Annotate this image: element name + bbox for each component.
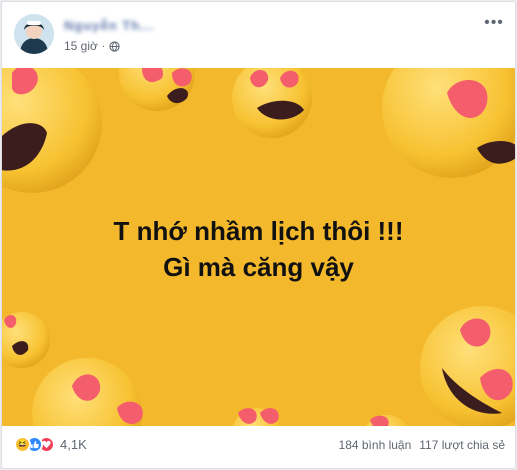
globe-icon[interactable] bbox=[109, 40, 120, 52]
more-options-icon[interactable]: ••• bbox=[483, 12, 505, 34]
heart-eyes-emoji bbox=[32, 358, 143, 426]
haha-icon: 😆 bbox=[14, 436, 31, 453]
post-meta: 15 giờ · bbox=[64, 39, 120, 53]
heart-eyes-emoji bbox=[382, 68, 515, 178]
heart-eyes-emoji bbox=[2, 68, 102, 193]
heart-eyes-emoji bbox=[420, 306, 515, 426]
heart-eyes-emoji bbox=[233, 408, 281, 426]
avatar[interactable] bbox=[14, 14, 54, 54]
comments-count[interactable]: 184 bình luận bbox=[339, 438, 412, 452]
shares-count[interactable]: 117 lượt chia sẻ bbox=[419, 438, 505, 452]
post-text: T nhớ nhầm lịch thôi !!! Gì mà căng vậy bbox=[2, 213, 515, 285]
post-footer: 😆 4,1K 184 bình luận 117 lượt chia sẻ bbox=[2, 426, 515, 466]
author-name[interactable]: Nguyễn Th... bbox=[64, 18, 154, 33]
post-card: Nguyễn Th... 15 giờ · ••• T nhớ nhầm lịc… bbox=[1, 1, 516, 469]
post-text-line-2: Gì mà căng vậy bbox=[163, 252, 354, 282]
post-time[interactable]: 15 giờ bbox=[64, 39, 98, 53]
separator-dot: · bbox=[101, 40, 106, 52]
reaction-count[interactable]: 4,1K bbox=[60, 437, 87, 452]
post-text-line-1: T nhớ nhầm lịch thôi !!! bbox=[113, 216, 404, 246]
reactions-summary[interactable]: 😆 4,1K bbox=[14, 436, 87, 453]
heart-eyes-emoji bbox=[366, 415, 408, 426]
heart-eyes-emoji bbox=[2, 312, 50, 368]
post-image[interactable]: T nhớ nhầm lịch thôi !!! Gì mà căng vậy bbox=[2, 68, 515, 426]
heart-eyes-emoji bbox=[119, 68, 195, 111]
post-stats: 184 bình luận 117 lượt chia sẻ bbox=[339, 438, 505, 452]
post-header: Nguyễn Th... 15 giờ · ••• bbox=[2, 2, 515, 67]
heart-eyes-emoji bbox=[232, 68, 312, 138]
